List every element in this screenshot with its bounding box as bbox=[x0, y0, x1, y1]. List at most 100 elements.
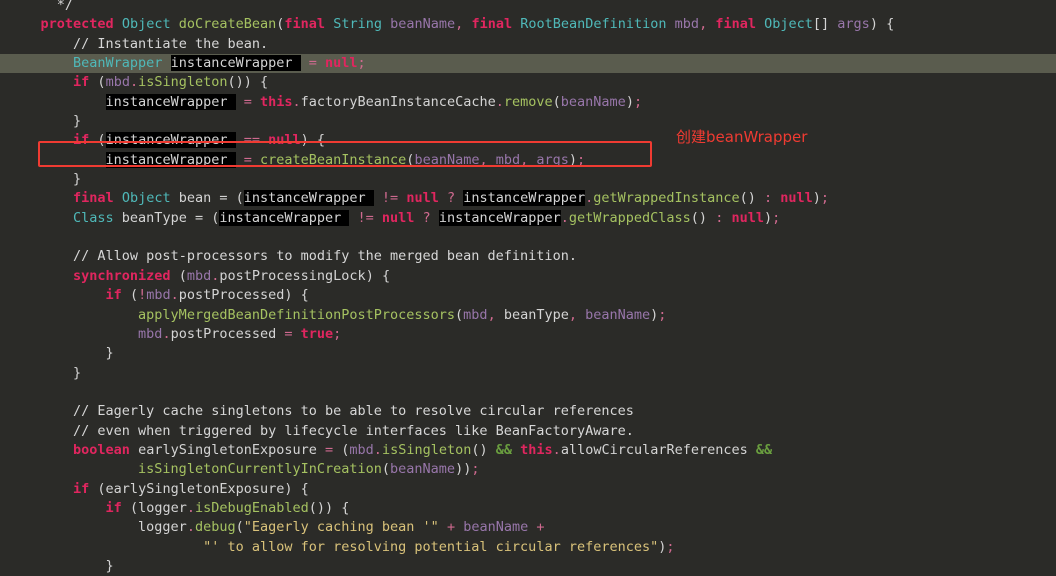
code-token: getWrappedInstance bbox=[593, 190, 740, 207]
code-token: ()) { bbox=[308, 499, 350, 516]
code-token: debug bbox=[194, 519, 236, 536]
code-line[interactable]: } bbox=[0, 364, 1056, 383]
code-token: mbd bbox=[105, 74, 130, 91]
code-line[interactable]: if (logger.isDebugEnabled()) { bbox=[0, 499, 1056, 518]
code-token: . bbox=[552, 441, 561, 458]
code-token: . bbox=[162, 325, 171, 342]
code-line[interactable]: } bbox=[0, 557, 1056, 576]
code-token: ; bbox=[633, 93, 643, 110]
code-line[interactable]: boolean earlySingletonExposure = (mbd.is… bbox=[0, 441, 1056, 460]
code-token: [] bbox=[812, 16, 838, 33]
code-token: final bbox=[284, 16, 326, 33]
code-editor[interactable]: */ protected Object doCreateBean(final S… bbox=[0, 0, 1056, 574]
code-token: beanName bbox=[463, 519, 529, 536]
code-token: != bbox=[373, 190, 407, 207]
code-line[interactable]: mbd.postProcessed = true; bbox=[0, 325, 1056, 344]
code-token: "Eagerly caching bean '" bbox=[243, 519, 439, 536]
code-line[interactable] bbox=[0, 228, 1056, 247]
code-line[interactable]: instanceWrapper = this.factoryBeanInstan… bbox=[0, 93, 1056, 112]
code-token: BeanWrapper bbox=[73, 55, 163, 72]
code-line[interactable]: final Object bean = (instanceWrapper != … bbox=[0, 189, 1056, 208]
code-token: factoryBeanInstanceCache bbox=[300, 93, 496, 110]
code-token: && bbox=[755, 441, 773, 458]
code-token: null bbox=[325, 55, 358, 72]
code-token: createBeanInstance bbox=[259, 151, 407, 168]
code-token: = bbox=[316, 441, 342, 458]
code-line[interactable]: instanceWrapper = createBeanInstance(bea… bbox=[0, 151, 1056, 170]
code-line[interactable]: if (mbd.isSingleton()) { bbox=[0, 73, 1056, 92]
code-token: . bbox=[186, 519, 195, 536]
code-token: , bbox=[568, 306, 586, 323]
code-line[interactable] bbox=[0, 383, 1056, 402]
code-line[interactable]: // Instantiate the bean. bbox=[0, 35, 1056, 54]
code-line[interactable]: } bbox=[0, 112, 1056, 131]
code-line[interactable]: // Allow post-processors to modify the m… bbox=[0, 247, 1056, 266]
code-token: ; bbox=[666, 538, 675, 555]
code-token: ; bbox=[333, 325, 342, 342]
code-line[interactable]: Class beanType = (instanceWrapper != nul… bbox=[0, 209, 1056, 228]
code-token: beanName bbox=[390, 461, 456, 478]
code-token: && bbox=[495, 441, 513, 458]
code-token: final bbox=[715, 16, 756, 33]
code-token: (earlySingletonExposure) { bbox=[89, 480, 309, 497]
code-line[interactable]: protected Object doCreateBean(final Stri… bbox=[0, 15, 1056, 34]
code-line[interactable]: if (instanceWrapper == null) { bbox=[0, 131, 1056, 150]
code-token: . bbox=[495, 93, 504, 110]
code-token: ) bbox=[625, 93, 634, 110]
code-token: ) bbox=[568, 151, 578, 168]
code-line[interactable]: */ bbox=[0, 0, 1056, 15]
code-token: , bbox=[699, 16, 708, 33]
code-token: + bbox=[528, 519, 545, 536]
code-token: if bbox=[105, 287, 122, 304]
code-line[interactable]: } bbox=[0, 344, 1056, 363]
code-line[interactable]: if (!mbd.postProcessed) { bbox=[0, 286, 1056, 305]
code-token: this bbox=[259, 93, 293, 110]
code-line[interactable]: isSingletonCurrentlyInCreation(beanName)… bbox=[0, 460, 1056, 479]
code-token: true bbox=[300, 325, 334, 342]
code-token: */ bbox=[56, 0, 74, 13]
occurrence-highlight-token: insta bbox=[170, 55, 212, 72]
code-token: this bbox=[520, 441, 553, 458]
code-token: isSingletonCurrentlyInCreation bbox=[138, 461, 382, 478]
code-lines-container[interactable]: */ protected Object doCreateBean(final S… bbox=[0, 0, 1056, 576]
code-line[interactable]: // even when triggered by lifecycle inte… bbox=[0, 422, 1056, 441]
code-token: null bbox=[406, 190, 439, 207]
code-token: isDebugEnabled bbox=[194, 499, 309, 516]
code-token: doCreateBean bbox=[178, 16, 277, 33]
code-line[interactable]: if (earlySingletonExposure) { bbox=[0, 480, 1056, 499]
occurrence-highlight-token: instanceWrapper bbox=[219, 209, 350, 226]
code-line[interactable]: // Eagerly cache singletons to be able t… bbox=[0, 402, 1056, 421]
code-line-current[interactable]: BeanWrapper instanceWrapper = null; bbox=[0, 54, 1056, 74]
code-token: mbd bbox=[463, 306, 488, 323]
code-token: mbd bbox=[138, 325, 163, 342]
code-token: protected bbox=[40, 16, 114, 33]
code-token: ( bbox=[235, 519, 244, 536]
code-token: )) bbox=[455, 461, 472, 478]
code-line[interactable]: "' to allow for resolving potential circ… bbox=[0, 538, 1056, 557]
code-token: ) bbox=[869, 16, 878, 33]
code-token: ()) { bbox=[227, 74, 269, 91]
code-token: null bbox=[381, 209, 415, 226]
code-line[interactable]: } bbox=[0, 170, 1056, 189]
code-token: mbd bbox=[495, 151, 521, 168]
code-line[interactable]: logger.debug("Eagerly caching bean '" + … bbox=[0, 518, 1056, 537]
code-token: ; bbox=[577, 151, 586, 168]
code-line[interactable]: synchronized (mbd.postProcessingLock) { bbox=[0, 267, 1056, 286]
code-token: } bbox=[8, 345, 114, 362]
code-token: mbd bbox=[186, 267, 212, 284]
code-token: postProcessingLock bbox=[219, 267, 366, 284]
code-token: boolean bbox=[73, 441, 130, 458]
code-line[interactable]: applyMergedBeanDefinitionPostProcessors(… bbox=[0, 306, 1056, 325]
